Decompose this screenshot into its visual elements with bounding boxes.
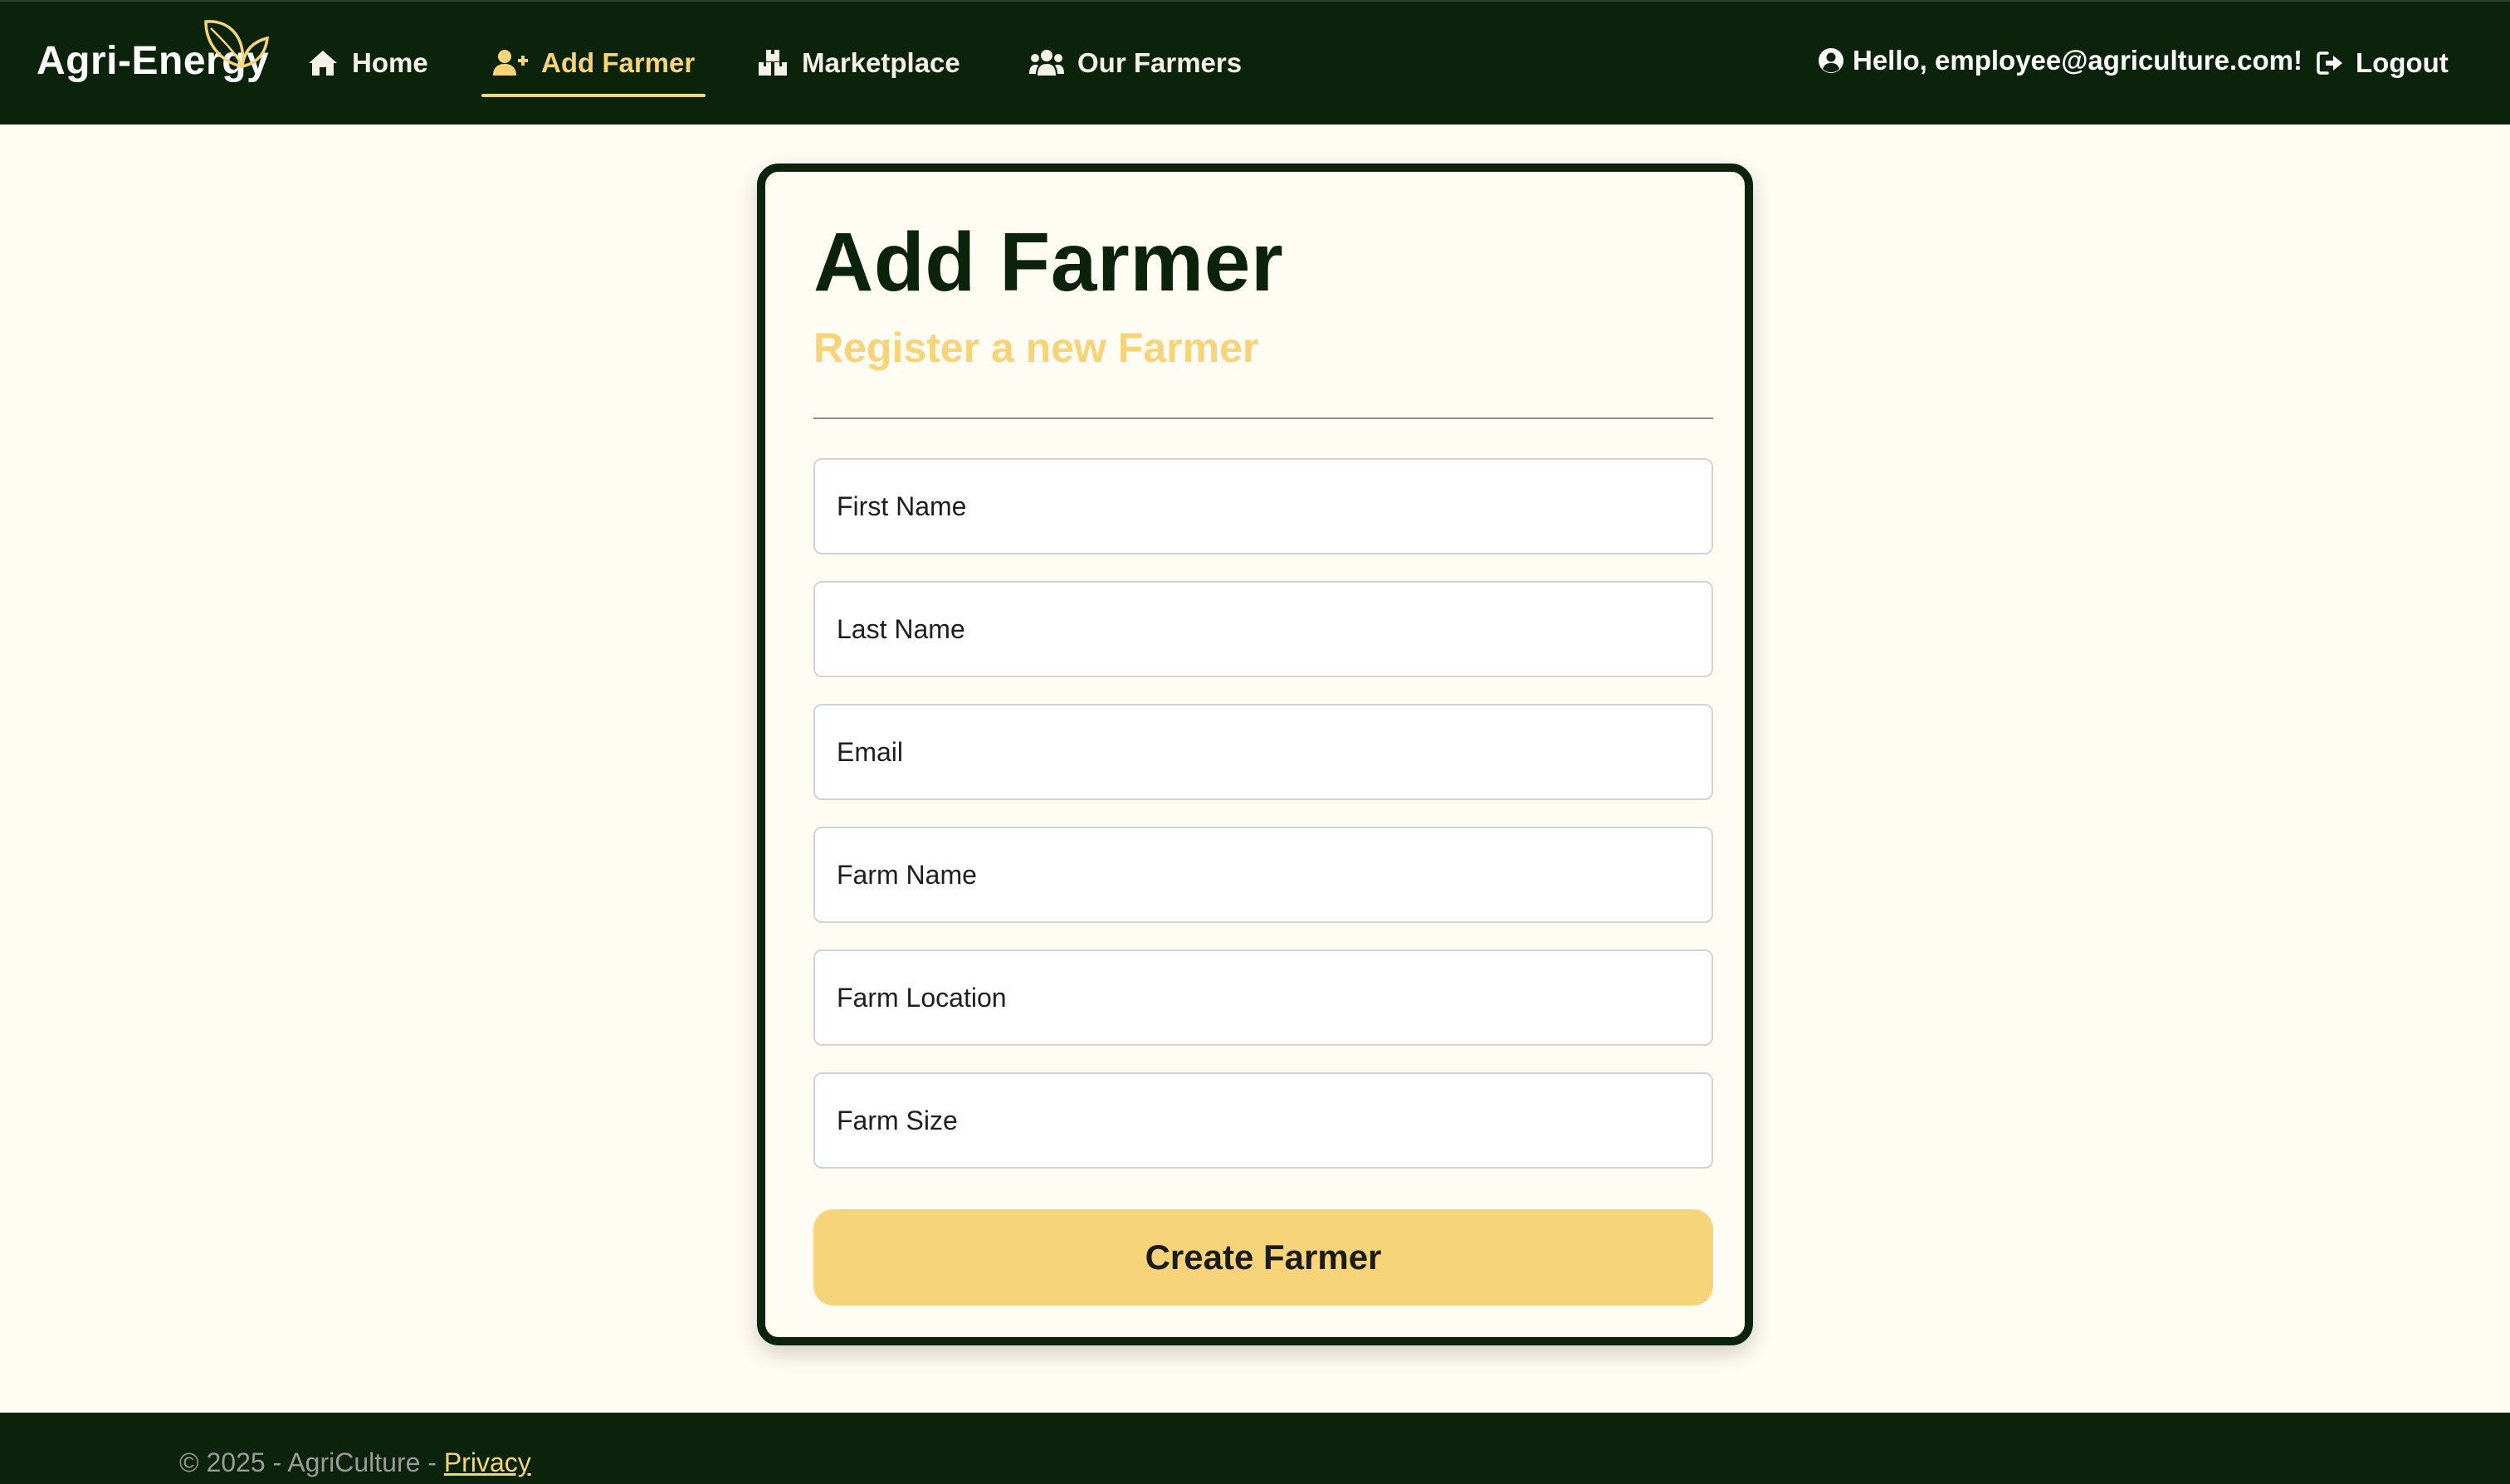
create-farmer-button[interactable]: Create Farmer xyxy=(813,1209,1713,1306)
last-name-input[interactable] xyxy=(813,581,1713,677)
nav-item-home[interactable]: Home xyxy=(307,45,428,81)
nav-label-marketplace: Marketplace xyxy=(802,47,960,78)
sign-out-icon xyxy=(2317,51,2342,75)
leaf-logo-icon xyxy=(204,20,270,69)
logout-label: Logout xyxy=(2356,47,2449,78)
users-icon xyxy=(1029,50,1064,76)
footer-text: © 2025 - AgriCulture - xyxy=(179,1447,444,1477)
email-input[interactable] xyxy=(813,704,1713,800)
add-farmer-card: Add Farmer Register a new Farmer Create … xyxy=(757,164,1753,1345)
page-title: Add Farmer xyxy=(813,216,1284,309)
farm-location-input[interactable] xyxy=(813,949,1713,1046)
boxes-icon xyxy=(759,50,787,76)
privacy-link[interactable]: Privacy xyxy=(444,1447,531,1477)
nav-label-our-farmers: Our Farmers xyxy=(1077,47,1243,78)
divider xyxy=(813,417,1713,419)
user-circle-icon xyxy=(1819,48,1843,73)
page-subtitle: Register a new Farmer xyxy=(813,325,1259,371)
active-tab-indicator xyxy=(481,94,706,97)
footer-copyright: © 2025 - AgriCulture - Privacy xyxy=(179,1447,531,1478)
nav-item-add-farmer[interactable]: Add Farmer xyxy=(493,45,695,81)
farm-name-input[interactable] xyxy=(813,827,1713,923)
logout-button[interactable]: Logout xyxy=(2316,47,2449,79)
user-plus-icon xyxy=(493,50,528,76)
nav-item-marketplace[interactable]: Marketplace xyxy=(757,45,960,81)
nav-item-our-farmers[interactable]: Our Farmers xyxy=(1029,45,1242,81)
home-icon xyxy=(309,51,337,76)
greeting-text: Hello, employee@agriculture.com! xyxy=(1853,45,2302,76)
first-name-input[interactable] xyxy=(813,458,1713,554)
user-greeting: Hello, employee@agriculture.com! xyxy=(1818,45,2302,76)
footer: © 2025 - AgriCulture - Privacy xyxy=(0,1413,2510,1484)
nav-label-home: Home xyxy=(352,47,428,78)
nav-label-add-farmer: Add Farmer xyxy=(541,47,696,78)
farm-size-input[interactable] xyxy=(813,1072,1713,1169)
top-navbar: Agri-Energy Home Add Farmer Marketplace … xyxy=(0,0,2510,124)
